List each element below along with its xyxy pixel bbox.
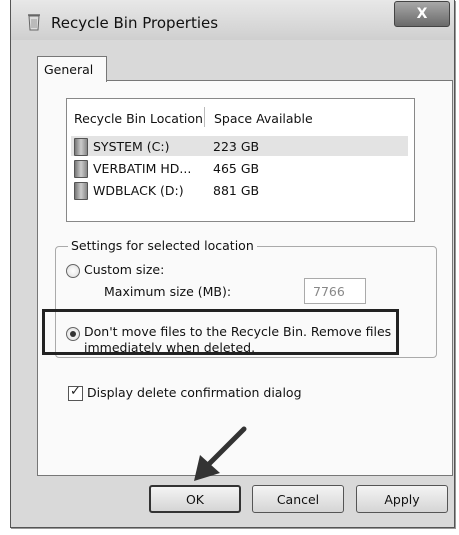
ok-button[interactable]: OK <box>149 485 241 513</box>
recycle-bin-icon <box>28 14 40 31</box>
close-icon: X <box>416 6 428 22</box>
column-header-space[interactable]: Space Available <box>214 111 313 126</box>
highlight-annotation <box>42 309 399 355</box>
list-item[interactable]: WDBLACK (D:) 881 GB <box>71 180 408 200</box>
drive-space: 465 GB <box>213 161 260 176</box>
drive-name: SYSTEM (C:) <box>93 139 170 154</box>
custom-size-radio[interactable] <box>66 264 80 278</box>
drive-name: WDBLACK (D:) <box>93 183 184 198</box>
close-button[interactable]: X <box>394 1 450 27</box>
custom-size-label[interactable]: Custom size: <box>84 262 164 277</box>
list-item[interactable]: SYSTEM (C:) 223 GB <box>71 136 408 156</box>
list-item[interactable]: VERBATIM HD... 465 GB <box>71 158 408 178</box>
drive-icon <box>74 182 88 200</box>
drive-name: VERBATIM HD... <box>93 161 192 176</box>
settings-group-label: Settings for selected location <box>68 238 257 253</box>
drive-space: 223 GB <box>213 139 260 154</box>
drive-space: 881 GB <box>213 183 260 198</box>
general-panel: Recycle Bin Location Space Available SYS… <box>37 80 453 476</box>
pointer-arrow-icon <box>194 426 247 481</box>
title-bar: Recycle Bin Properties X <box>11 0 454 40</box>
max-size-input[interactable]: 7766 <box>304 278 366 304</box>
confirm-dialog-label[interactable]: Display delete confirmation dialog <box>87 385 302 400</box>
tab-general-label: General <box>44 62 94 77</box>
drive-icon <box>74 160 88 178</box>
column-separator[interactable] <box>204 107 205 127</box>
window-title: Recycle Bin Properties <box>51 14 219 32</box>
drive-icon <box>74 138 88 156</box>
column-header-location[interactable]: Recycle Bin Location <box>74 111 203 126</box>
confirm-dialog-checkbox[interactable] <box>68 384 83 401</box>
location-list[interactable]: Recycle Bin Location Space Available SYS… <box>66 98 415 222</box>
cancel-button[interactable]: Cancel <box>252 485 344 513</box>
max-size-label: Maximum size (MB): <box>104 284 232 299</box>
apply-button[interactable]: Apply <box>356 485 448 513</box>
tab-general[interactable]: General <box>37 56 107 82</box>
